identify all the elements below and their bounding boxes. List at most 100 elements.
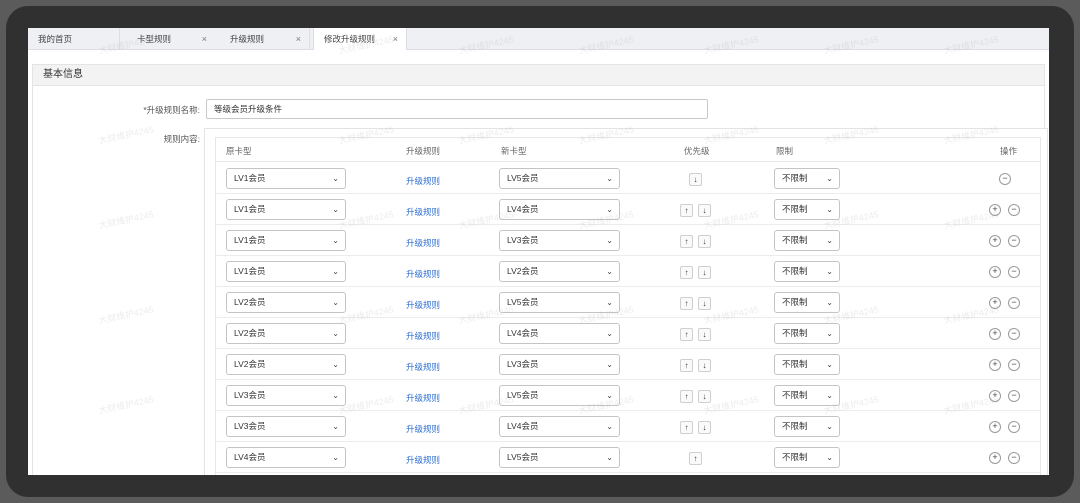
- remove-row-icon[interactable]: −: [1008, 390, 1020, 402]
- remove-row-icon[interactable]: −: [999, 173, 1011, 185]
- original-card-select[interactable]: LV4会员 ⌄: [226, 447, 346, 468]
- upgrade-rule-link[interactable]: 升级规则: [406, 423, 440, 435]
- limit-select[interactable]: 不限制 ⌄: [774, 447, 840, 468]
- tab-edit-upgrade-rule[interactable]: 修改升级规则 ×: [313, 28, 407, 50]
- new-card-select[interactable]: LV4会员 ⌄: [499, 199, 620, 220]
- limit-select[interactable]: 不限制 ⌄: [774, 323, 840, 344]
- remove-row-icon[interactable]: −: [1008, 297, 1020, 309]
- arrow-up-icon[interactable]: ↑: [680, 266, 693, 279]
- upgrade-rule-link[interactable]: 升级规则: [406, 237, 440, 249]
- tab-label: 我的首页: [38, 34, 73, 44]
- tab-upgrade-rules[interactable]: 升级规则 ×: [220, 28, 310, 50]
- chevron-down-icon: ⌄: [606, 391, 613, 400]
- add-row-icon[interactable]: +: [989, 297, 1001, 309]
- rule-content-label: 规则内容:: [163, 134, 200, 144]
- select-value: LV2会员: [234, 359, 266, 369]
- new-card-select[interactable]: LV5会员 ⌄: [499, 385, 620, 406]
- original-card-select[interactable]: LV3会员 ⌄: [226, 385, 346, 406]
- add-row-icon[interactable]: +: [989, 421, 1001, 433]
- section-basic-info: 基本信息: [32, 64, 1045, 86]
- original-card-select[interactable]: LV1会员 ⌄: [226, 199, 346, 220]
- new-card-select[interactable]: LV2会员 ⌄: [499, 261, 620, 282]
- limit-select[interactable]: 不限制 ⌄: [774, 230, 840, 251]
- upgrade-rule-link[interactable]: 升级规则: [406, 330, 440, 342]
- chevron-down-icon: ⌄: [826, 329, 833, 338]
- arrow-down-icon[interactable]: ↓: [698, 235, 711, 248]
- arrow-down-icon[interactable]: ↓: [698, 328, 711, 341]
- original-card-select[interactable]: LV2会员 ⌄: [226, 323, 346, 344]
- upgrade-rule-link[interactable]: 升级规则: [406, 206, 440, 218]
- original-card-select[interactable]: LV2会员 ⌄: [226, 354, 346, 375]
- limit-select[interactable]: 不限制 ⌄: [774, 168, 840, 189]
- upgrade-rule-link[interactable]: 升级规则: [406, 268, 440, 280]
- limit-select[interactable]: 不限制 ⌄: [774, 292, 840, 313]
- chevron-down-icon: ⌄: [606, 267, 613, 276]
- remove-row-icon[interactable]: −: [1008, 235, 1020, 247]
- arrow-up-icon[interactable]: ↑: [680, 328, 693, 341]
- select-value: 不限制: [782, 266, 808, 276]
- upgrade-rule-link[interactable]: 升级规则: [406, 361, 440, 373]
- original-card-select[interactable]: LV1会员 ⌄: [226, 261, 346, 282]
- tab-label: 升级规则: [230, 34, 265, 44]
- close-icon[interactable]: ×: [393, 28, 398, 50]
- limit-select[interactable]: 不限制 ⌄: [774, 385, 840, 406]
- arrow-down-icon[interactable]: ↓: [698, 297, 711, 310]
- arrow-up-icon[interactable]: ↑: [680, 359, 693, 372]
- limit-select[interactable]: 不限制 ⌄: [774, 354, 840, 375]
- remove-row-icon[interactable]: −: [1008, 328, 1020, 340]
- new-card-select[interactable]: LV3会员 ⌄: [499, 354, 620, 375]
- rule-name-input[interactable]: 等级会员升级条件: [206, 99, 708, 119]
- new-card-select[interactable]: LV5会员 ⌄: [499, 168, 620, 189]
- arrow-down-icon[interactable]: ↓: [698, 204, 711, 217]
- add-row-icon[interactable]: +: [989, 235, 1001, 247]
- close-icon[interactable]: ×: [296, 28, 301, 50]
- new-card-select[interactable]: LV5会员 ⌄: [499, 447, 620, 468]
- upgrade-rule-link[interactable]: 升级规则: [406, 454, 440, 466]
- add-row-icon[interactable]: +: [989, 452, 1001, 464]
- select-value: LV5会员: [507, 390, 539, 400]
- arrow-down-icon[interactable]: ↓: [689, 173, 702, 186]
- tab-card-type-rules[interactable]: 卡型规则 ×: [127, 28, 215, 50]
- close-icon[interactable]: ×: [202, 28, 207, 50]
- remove-row-icon[interactable]: −: [1008, 421, 1020, 433]
- watermark-text: 大财维护4245: [97, 209, 155, 231]
- chevron-down-icon: ⌄: [606, 453, 613, 462]
- arrow-down-icon[interactable]: ↓: [698, 266, 711, 279]
- add-row-icon[interactable]: +: [989, 266, 1001, 278]
- arrow-down-icon[interactable]: ↓: [698, 359, 711, 372]
- remove-row-icon[interactable]: −: [1008, 204, 1020, 216]
- arrow-up-icon[interactable]: ↑: [680, 297, 693, 310]
- arrow-down-icon[interactable]: ↓: [698, 390, 711, 403]
- limit-select[interactable]: 不限制 ⌄: [774, 416, 840, 437]
- arrow-up-icon[interactable]: ↑: [689, 452, 702, 465]
- new-card-select[interactable]: LV4会员 ⌄: [499, 323, 620, 344]
- arrow-up-icon[interactable]: ↑: [680, 390, 693, 403]
- original-card-select[interactable]: LV3会员 ⌄: [226, 416, 346, 437]
- limit-select[interactable]: 不限制 ⌄: [774, 199, 840, 220]
- arrow-up-icon[interactable]: ↑: [680, 204, 693, 217]
- upgrade-rule-link[interactable]: 升级规则: [406, 299, 440, 311]
- add-row-icon[interactable]: +: [989, 359, 1001, 371]
- upgrade-rule-link[interactable]: 升级规则: [406, 392, 440, 404]
- tab-home[interactable]: 我的首页: [28, 28, 120, 50]
- arrow-down-icon[interactable]: ↓: [698, 421, 711, 434]
- limit-select[interactable]: 不限制 ⌄: [774, 261, 840, 282]
- arrow-up-icon[interactable]: ↑: [680, 421, 693, 434]
- original-card-select[interactable]: LV1会员 ⌄: [226, 168, 346, 189]
- header-limit: 限制: [776, 146, 794, 156]
- remove-row-icon[interactable]: −: [1008, 359, 1020, 371]
- add-row-icon[interactable]: +: [989, 204, 1001, 216]
- new-card-select[interactable]: LV4会员 ⌄: [499, 416, 620, 437]
- arrow-up-icon[interactable]: ↑: [680, 235, 693, 248]
- original-card-select[interactable]: LV2会员 ⌄: [226, 292, 346, 313]
- remove-row-icon[interactable]: −: [1008, 452, 1020, 464]
- add-row-icon[interactable]: +: [989, 328, 1001, 340]
- chevron-down-icon: ⌄: [606, 174, 613, 183]
- new-card-select[interactable]: LV3会员 ⌄: [499, 230, 620, 251]
- new-card-select[interactable]: LV5会员 ⌄: [499, 292, 620, 313]
- add-row-icon[interactable]: +: [989, 390, 1001, 402]
- remove-row-icon[interactable]: −: [1008, 266, 1020, 278]
- select-value: 不限制: [782, 297, 808, 307]
- upgrade-rule-link[interactable]: 升级规则: [406, 175, 440, 187]
- original-card-select[interactable]: LV1会员 ⌄: [226, 230, 346, 251]
